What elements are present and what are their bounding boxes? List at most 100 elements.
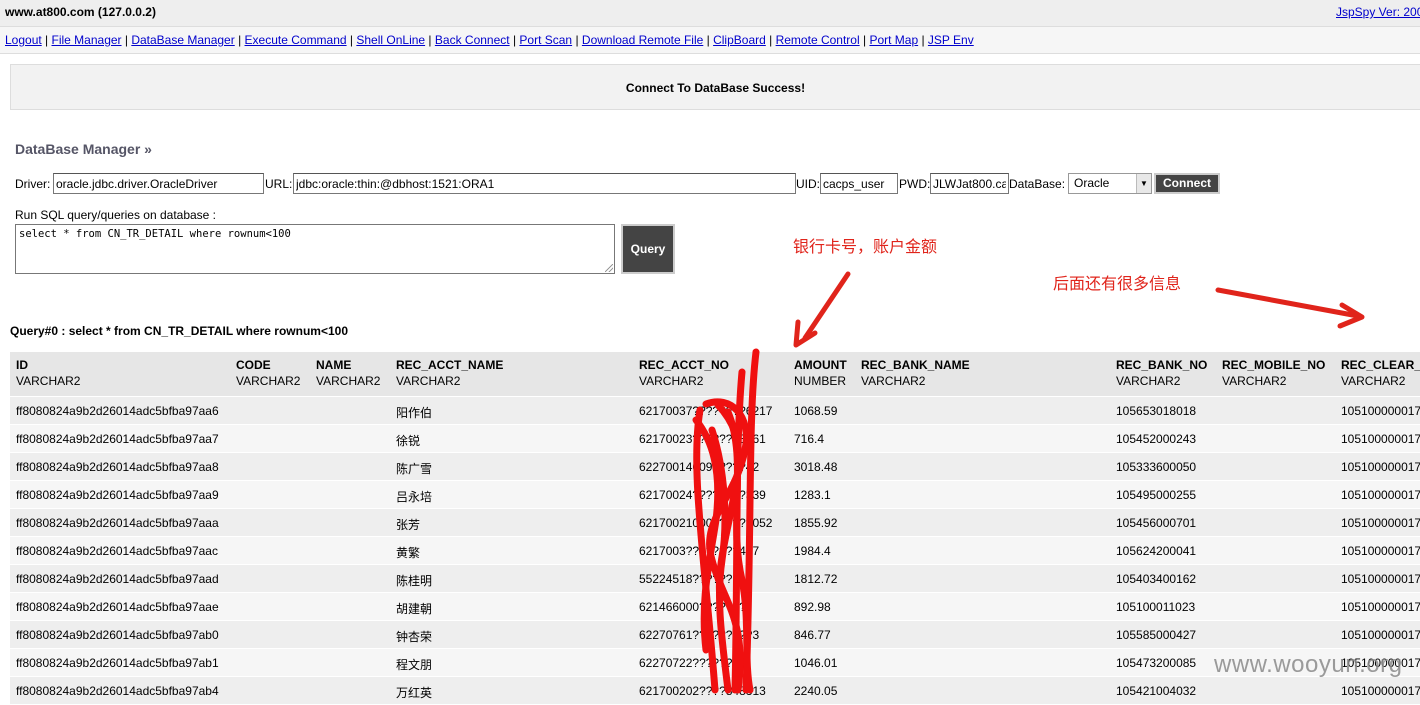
header-rec-acct-name: REC_ACCT_NAME — [396, 358, 504, 372]
header-name-type: VARCHAR2 — [316, 374, 381, 388]
arrow-right-icon — [1215, 287, 1361, 319]
table-row: ff8080824a9b2d26014adc5bfba97aa6 阳作伯 62170… — [10, 397, 1420, 425]
cell-rec-clear: 105100000017 — [1341, 432, 1420, 446]
cell-rec-bank-no: 105495000255 — [1116, 488, 1197, 502]
url-label: URL: — [265, 177, 293, 191]
table-row: ff8080824a9b2d26014adc5bfba97aa8 陈广雪 62270… — [10, 453, 1420, 481]
nav-shell-online[interactable]: Shell OnLine — [356, 33, 425, 47]
database-select-value: Oracle — [1074, 176, 1110, 190]
nav-port-scan[interactable]: Port Scan — [519, 33, 572, 47]
table-row: ff8080824a9b2d26014adc5bfba97aad 陈桂明 55224… — [10, 565, 1420, 593]
table-row: ff8080824a9b2d26014adc5bfba97aae 胡建朝 62146… — [10, 593, 1420, 621]
cell-rec-bank-no: 105473200085 — [1116, 656, 1197, 670]
driver-label: Driver: — [15, 177, 51, 191]
nav-remote-control[interactable]: Remote Control — [776, 33, 860, 47]
cell-rec-acct-name: 程文朋 — [396, 658, 433, 672]
table-header: ID VARCHAR2 CODE VARCHAR2 NAME VARCHAR2 … — [10, 352, 1420, 397]
cell-rec-acct-no: 621700202????848313 — [639, 684, 766, 698]
status-banner: Connect To DataBase Success! — [10, 64, 1420, 110]
cell-id: ff8080824a9b2d26014adc5bfba97aa9 — [16, 488, 219, 502]
cell-amount: 846.77 — [794, 628, 831, 642]
version-link[interactable]: JspSpy Ver: 200 — [1336, 5, 1420, 19]
nav-back-connect[interactable]: Back Connect — [435, 33, 510, 47]
cell-rec-acct-name: 徐锐 — [396, 434, 421, 448]
driver-input[interactable] — [53, 173, 264, 194]
cell-rec-acct-no: 55224518?????? — [639, 572, 733, 586]
query-button[interactable]: Query — [621, 224, 675, 274]
resize-grip-icon[interactable] — [605, 264, 613, 272]
top-bar: www.at800.com (127.0.0.2) JspSpy Ver: 20… — [0, 0, 1420, 27]
cell-id: ff8080824a9b2d26014adc5bfba97aaa — [16, 516, 219, 530]
status-message: Connect To DataBase Success! — [625, 81, 806, 95]
uid-input[interactable] — [820, 173, 898, 194]
cell-rec-acct-no: 62270722???????6 — [639, 656, 746, 670]
cell-rec-clear: 105100000017 — [1341, 404, 1420, 418]
cell-rec-acct-name: 陈广雪 — [396, 462, 433, 476]
cell-rec-bank-no: 105421004032 — [1116, 684, 1197, 698]
header-id-type: VARCHAR2 — [16, 374, 81, 388]
nav-port-map[interactable]: Port Map — [869, 33, 918, 47]
sql-text: select * from CN_TR_DETAIL where rownum<… — [19, 228, 291, 240]
cell-amount: 2240.05 — [794, 684, 838, 698]
arrowhead-account-icon — [793, 319, 818, 348]
uid-label: UID: — [796, 177, 820, 191]
url-input[interactable] — [293, 173, 796, 194]
cell-rec-acct-name: 阳作伯 — [396, 406, 433, 420]
cell-id: ff8080824a9b2d26014adc5bfba97aac — [16, 544, 218, 558]
header-rec-clear: REC_CLEAR_ — [1341, 358, 1420, 372]
cell-rec-clear: 105100000017 — [1341, 600, 1420, 614]
cell-amount: 716.4 — [794, 432, 825, 446]
connect-button[interactable]: Connect — [1154, 173, 1220, 194]
cell-rec-acct-name: 钟杏荣 — [396, 630, 433, 644]
cell-amount: 3018.48 — [794, 460, 838, 474]
header-rec-bank-name-type: VARCHAR2 — [861, 374, 926, 388]
arrow-to-account-icon — [802, 271, 851, 341]
nav-jsp-env[interactable]: JSP Env — [928, 33, 974, 47]
chevron-down-icon: ▼ — [1136, 174, 1151, 193]
cell-amount: 1855.92 — [794, 516, 838, 530]
sql-label: Run SQL query/queries on database : — [15, 208, 217, 222]
cell-id: ff8080824a9b2d26014adc5bfba97ab1 — [16, 656, 219, 670]
header-rec-mobile-no: REC_MOBILE_NO — [1222, 358, 1326, 372]
cell-rec-acct-no: 621466000??????? — [639, 600, 746, 614]
cell-rec-bank-no: 105333600050 — [1116, 460, 1197, 474]
header-code: CODE — [236, 358, 271, 372]
header-amount: AMOUNT — [794, 358, 847, 372]
cell-amount: 1812.72 — [794, 572, 838, 586]
nav-logout[interactable]: Logout — [5, 33, 42, 47]
sql-textarea[interactable]: select * from CN_TR_DETAIL where rownum<… — [15, 224, 615, 274]
watermark-text: www.wooyun.org — [1214, 651, 1403, 678]
pwd-input[interactable] — [930, 173, 1009, 194]
annotation-more-info: 后面还有很多信息 — [1053, 276, 1182, 293]
header-rec-acct-no: REC_ACCT_NO — [639, 358, 730, 372]
cell-rec-clear: 105100000017 — [1341, 460, 1420, 474]
cell-id: ff8080824a9b2d26014adc5bfba97aae — [16, 600, 219, 614]
nav-download-remote-file[interactable]: Download Remote File — [582, 33, 703, 47]
cell-amount: 1046.01 — [794, 656, 838, 670]
database-select[interactable]: Oracle ▼ — [1068, 173, 1152, 194]
nav-file-manager[interactable]: File Manager — [52, 33, 122, 47]
database-label: DataBase: — [1009, 177, 1066, 191]
cell-rec-acct-name: 吕永培 — [396, 490, 433, 504]
nav-execute-command[interactable]: Execute Command — [245, 33, 347, 47]
header-rec-acct-no-type: VARCHAR2 — [639, 374, 704, 388]
cell-rec-clear: 105100000017 — [1341, 684, 1420, 698]
cell-rec-acct-no: 621700210000?????052 — [639, 516, 773, 530]
cell-amount: 1068.59 — [794, 404, 838, 418]
cell-rec-acct-no: 62170024????????339 — [639, 488, 766, 502]
cell-id: ff8080824a9b2d26014adc5bfba97ab4 — [16, 684, 219, 698]
table-row: ff8080824a9b2d26014adc5bfba97ab4 万红英 62170… — [10, 677, 1420, 705]
query-result-title: Query#0 : select * from CN_TR_DETAIL whe… — [10, 324, 348, 338]
cell-id: ff8080824a9b2d26014adc5bfba97aad — [16, 572, 219, 586]
header-code-type: VARCHAR2 — [236, 374, 301, 388]
cell-id: ff8080824a9b2d26014adc5bfba97ab0 — [16, 628, 219, 642]
cell-rec-bank-no: 105100011023 — [1116, 600, 1196, 614]
cell-id: ff8080824a9b2d26014adc5bfba97aa8 — [16, 460, 219, 474]
table-row: ff8080824a9b2d26014adc5bfba97ab1 程文朋 62270… — [10, 649, 1420, 677]
cell-amount: 1984.4 — [794, 544, 831, 558]
nav-clipboard[interactable]: ClipBoard — [713, 33, 766, 47]
cell-rec-acct-no: 62270761?????????3 — [639, 628, 760, 642]
nav-database-manager[interactable]: DataBase Manager — [131, 33, 234, 47]
nav-bar: Logout | File Manager | DataBase Manager… — [0, 27, 1420, 54]
header-rec-bank-name: REC_BANK_NAME — [861, 358, 970, 372]
